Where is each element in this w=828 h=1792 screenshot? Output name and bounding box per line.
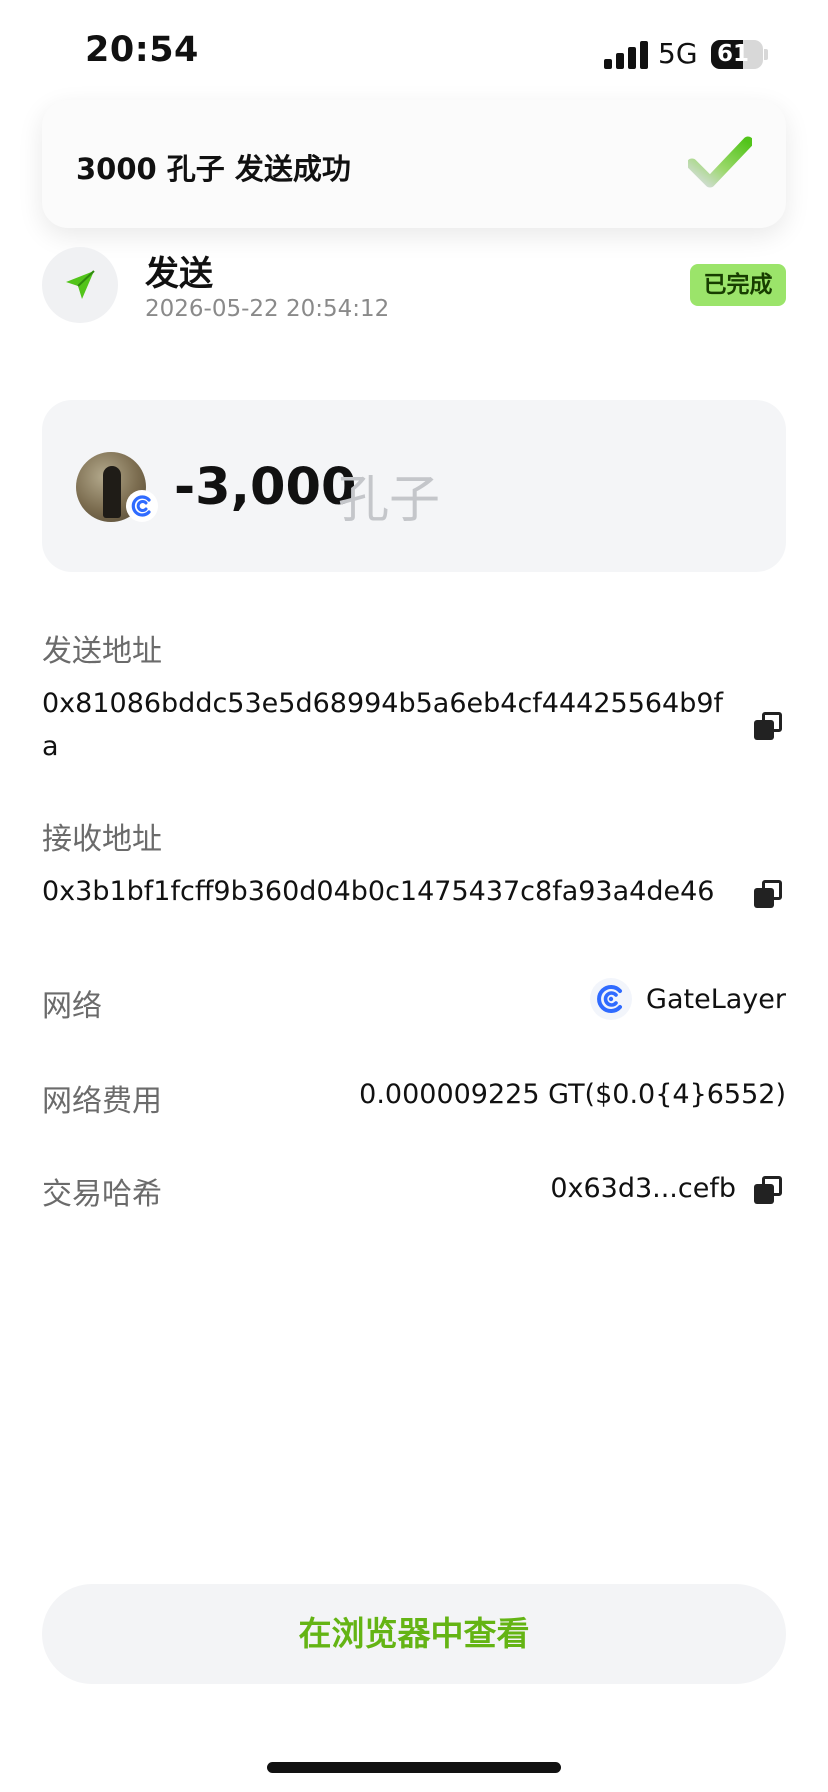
from-address-label: 发送地址 xyxy=(42,634,162,669)
amount-unit: 孔子 xyxy=(338,471,441,530)
copy-to-address-icon[interactable] xyxy=(754,880,782,908)
battery-tip xyxy=(764,49,768,60)
send-arrow-icon xyxy=(42,247,118,323)
to-address-value: 0x3b1bf1fcff9b360d04b0c1475437c8fa93a4de… xyxy=(42,876,715,907)
battery-icon: 61 xyxy=(711,40,763,69)
status-time: 20:54 xyxy=(85,30,199,70)
tx-hash-value[interactable]: 0x63d3...cefb xyxy=(550,1173,736,1204)
network-type: 5G xyxy=(658,37,698,70)
tx-hash-label: 交易哈希 xyxy=(42,1177,162,1212)
network-fee-label: 网络费用 xyxy=(42,1084,162,1119)
battery-percent: 61 xyxy=(717,41,750,67)
amount-card: -3,000 孔子 xyxy=(42,400,786,572)
copy-from-address-icon[interactable] xyxy=(754,712,782,740)
checkmark-icon xyxy=(688,136,752,188)
toast-message: 3000 孔子 发送成功 xyxy=(76,152,351,186)
chain-badge-icon xyxy=(126,490,158,522)
transaction-detail-page: 20:54 5G 61 3000 孔子 发送成功 发送 2026-05-22 2… xyxy=(0,0,828,1792)
copy-tx-hash-icon[interactable] xyxy=(754,1176,782,1204)
from-address-value: 0x81086bddc53e5d68994b5a6eb4cf44425564b9… xyxy=(42,688,724,762)
home-indicator[interactable] xyxy=(267,1762,561,1773)
to-address-label: 接收地址 xyxy=(42,822,162,857)
network-fee-value: 0.000009225 GT($0.0{4}6552) xyxy=(359,1079,786,1110)
signal-icon xyxy=(604,41,648,69)
network-label: 网络 xyxy=(42,989,102,1024)
network-value: GateLayer xyxy=(646,984,786,1015)
success-toast: 3000 孔子 发送成功 xyxy=(42,100,786,228)
view-in-explorer-button[interactable]: 在浏览器中查看 xyxy=(42,1584,786,1684)
transaction-timestamp: 2026-05-22 20:54:12 xyxy=(145,296,390,322)
amount-value: -3,000 xyxy=(174,458,357,517)
status-badge: 已完成 xyxy=(690,264,786,306)
token-avatar-figure xyxy=(103,466,121,518)
transaction-type: 发送 xyxy=(145,254,213,294)
gatelayer-logo-icon xyxy=(590,978,632,1020)
